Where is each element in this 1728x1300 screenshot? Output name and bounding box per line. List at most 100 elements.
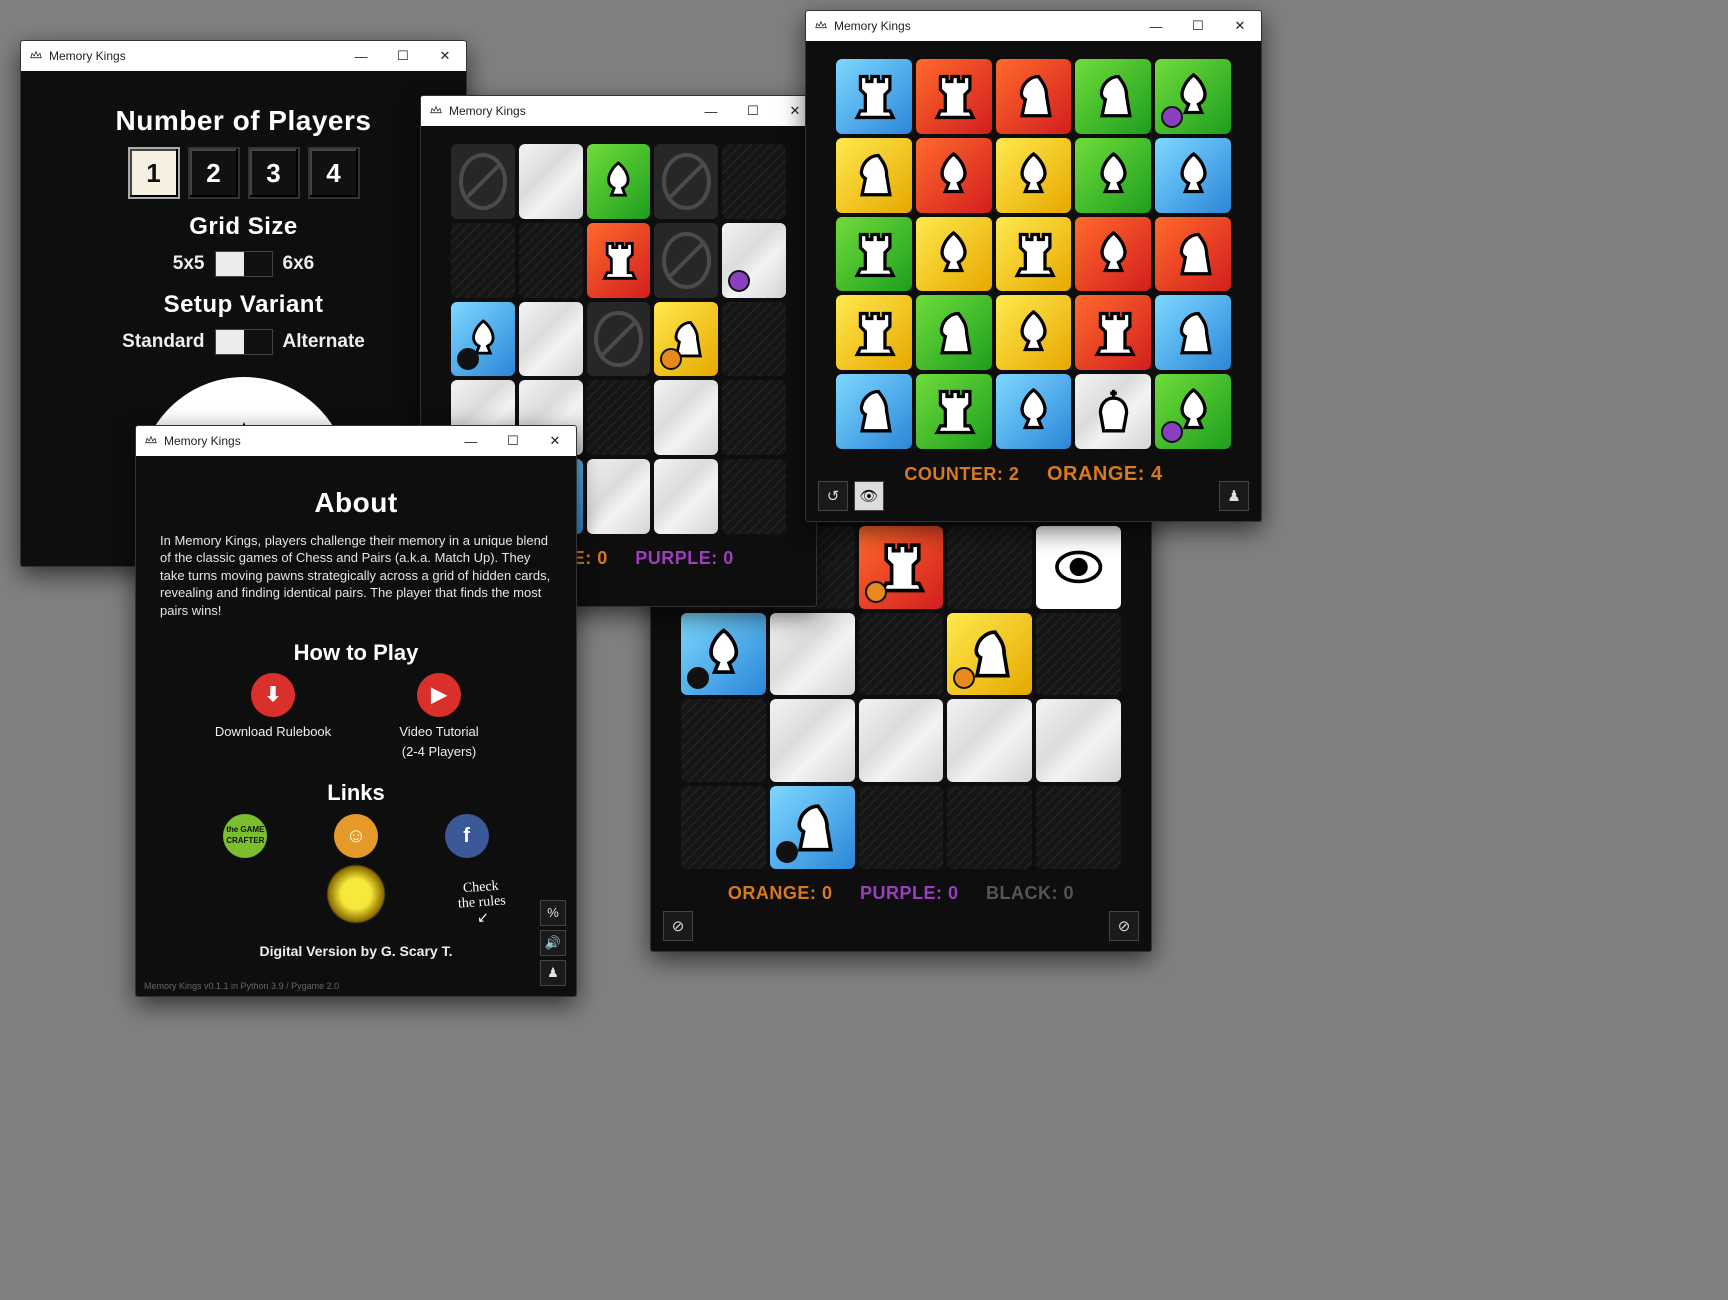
profile-link[interactable]: ☺ bbox=[334, 814, 378, 858]
board-cell[interactable] bbox=[996, 59, 1072, 134]
board-cell[interactable] bbox=[587, 144, 651, 219]
board-cell[interactable] bbox=[836, 217, 912, 292]
board-cell[interactable] bbox=[654, 380, 718, 455]
board-cell[interactable] bbox=[916, 295, 992, 370]
board-cell[interactable] bbox=[681, 699, 766, 782]
board-cell[interactable] bbox=[681, 786, 766, 869]
facebook-link[interactable]: f bbox=[445, 814, 489, 858]
board-cell[interactable] bbox=[1036, 526, 1121, 609]
board-cell[interactable] bbox=[916, 59, 992, 134]
variant-toggle[interactable] bbox=[215, 329, 273, 355]
board-cell[interactable] bbox=[1155, 295, 1231, 370]
maximize-button[interactable]: ☐ bbox=[492, 426, 534, 456]
maximize-button[interactable]: ☐ bbox=[382, 41, 424, 71]
board-cell[interactable] bbox=[916, 374, 992, 449]
board-cell[interactable] bbox=[770, 613, 855, 696]
board-cell[interactable] bbox=[519, 302, 583, 377]
minimize-button[interactable]: — bbox=[450, 426, 492, 456]
board-cell[interactable] bbox=[916, 217, 992, 292]
game-window-3: Memory Kings — ☐ ✕ COUNTER: 2 ORANGE: 4 … bbox=[805, 10, 1262, 522]
board-cell[interactable] bbox=[1075, 59, 1151, 134]
gamecrafter-link[interactable]: the GAME CRAFTER bbox=[223, 814, 267, 858]
check-rules-note: Checkthe rules↙ bbox=[457, 878, 508, 927]
board-cell[interactable] bbox=[1155, 138, 1231, 213]
variant-heading: Setup Variant bbox=[21, 291, 466, 319]
board-cell[interactable] bbox=[654, 459, 718, 534]
board-cell[interactable] bbox=[1036, 699, 1121, 782]
board-cell[interactable] bbox=[519, 144, 583, 219]
board-cell[interactable] bbox=[654, 144, 718, 219]
board-cell[interactable] bbox=[1075, 374, 1151, 449]
board-cell[interactable] bbox=[722, 459, 786, 534]
board-cell[interactable] bbox=[947, 699, 1032, 782]
board-cell[interactable] bbox=[1075, 138, 1151, 213]
howto-heading: How to Play bbox=[160, 638, 552, 668]
cancel-right-button[interactable]: ⊘ bbox=[1109, 911, 1139, 941]
board-cell[interactable] bbox=[722, 380, 786, 455]
pawn-button[interactable]: ♟ bbox=[1219, 481, 1249, 511]
board-cell[interactable] bbox=[770, 786, 855, 869]
board-cell[interactable] bbox=[1155, 217, 1231, 292]
maximize-button[interactable]: ☐ bbox=[1177, 11, 1219, 41]
board-cell[interactable] bbox=[519, 223, 583, 298]
board-cell[interactable] bbox=[1075, 217, 1151, 292]
player-count-2[interactable]: 2 bbox=[188, 147, 240, 199]
undo-button[interactable]: ↺ bbox=[818, 481, 848, 511]
board-cell[interactable] bbox=[859, 613, 944, 696]
board-cell[interactable] bbox=[1155, 374, 1231, 449]
board-cell[interactable] bbox=[947, 526, 1032, 609]
close-button[interactable]: ✕ bbox=[1219, 11, 1261, 41]
board-cell[interactable] bbox=[836, 138, 912, 213]
close-button[interactable]: ✕ bbox=[424, 41, 466, 71]
board-cell[interactable] bbox=[654, 302, 718, 377]
board-cell[interactable] bbox=[996, 295, 1072, 370]
board-cell[interactable] bbox=[722, 302, 786, 377]
board-cell[interactable] bbox=[722, 144, 786, 219]
board-cell[interactable] bbox=[1036, 613, 1121, 696]
board-cell[interactable] bbox=[996, 374, 1072, 449]
sound-button[interactable]: 🔊 bbox=[540, 930, 566, 956]
board-cell[interactable] bbox=[451, 302, 515, 377]
board-cell[interactable] bbox=[451, 144, 515, 219]
board-cell[interactable] bbox=[859, 699, 944, 782]
download-rulebook[interactable]: ⬇ Download Rulebook bbox=[213, 673, 333, 741]
board-cell[interactable] bbox=[654, 223, 718, 298]
board-cell[interactable] bbox=[1075, 295, 1151, 370]
board-cell[interactable] bbox=[1155, 59, 1231, 134]
board-cell[interactable] bbox=[996, 138, 1072, 213]
cancel-left-button[interactable]: ⊘ bbox=[663, 911, 693, 941]
minimize-button[interactable]: — bbox=[340, 41, 382, 71]
board-cell[interactable] bbox=[947, 786, 1032, 869]
video-tutorial[interactable]: ▶ Video Tutorial (2-4 Players) bbox=[379, 673, 499, 760]
board-cell[interactable] bbox=[859, 786, 944, 869]
board-cell[interactable] bbox=[1036, 786, 1121, 869]
minimize-button[interactable]: — bbox=[1135, 11, 1177, 41]
board-cell[interactable] bbox=[587, 380, 651, 455]
close-button[interactable]: ✕ bbox=[534, 426, 576, 456]
player-count-1[interactable]: 1 bbox=[128, 147, 180, 199]
board-cell[interactable] bbox=[722, 223, 786, 298]
board-cell[interactable] bbox=[681, 613, 766, 696]
grid-toggle[interactable] bbox=[215, 251, 273, 277]
board-cell[interactable] bbox=[836, 59, 912, 134]
minimize-button[interactable]: — bbox=[690, 96, 732, 126]
board-cell[interactable] bbox=[587, 223, 651, 298]
board-cell[interactable] bbox=[587, 302, 651, 377]
board-cell[interactable] bbox=[836, 374, 912, 449]
board-cell[interactable] bbox=[451, 223, 515, 298]
board-cell[interactable] bbox=[770, 699, 855, 782]
app-icon bbox=[144, 434, 158, 448]
board-cell[interactable] bbox=[587, 459, 651, 534]
player-count-3[interactable]: 3 bbox=[248, 147, 300, 199]
eye-button[interactable]: 👁 bbox=[854, 481, 884, 511]
board-cell[interactable] bbox=[996, 217, 1072, 292]
percent-button[interactable]: % bbox=[540, 900, 566, 926]
board-cell[interactable] bbox=[947, 613, 1032, 696]
board-cell[interactable] bbox=[859, 526, 944, 609]
board-cell[interactable] bbox=[916, 138, 992, 213]
player-count-4[interactable]: 4 bbox=[308, 147, 360, 199]
board-cell[interactable] bbox=[836, 295, 912, 370]
game-board[interactable] bbox=[806, 41, 1261, 457]
maximize-button[interactable]: ☐ bbox=[732, 96, 774, 126]
pawn-button[interactable]: ♟ bbox=[540, 960, 566, 986]
